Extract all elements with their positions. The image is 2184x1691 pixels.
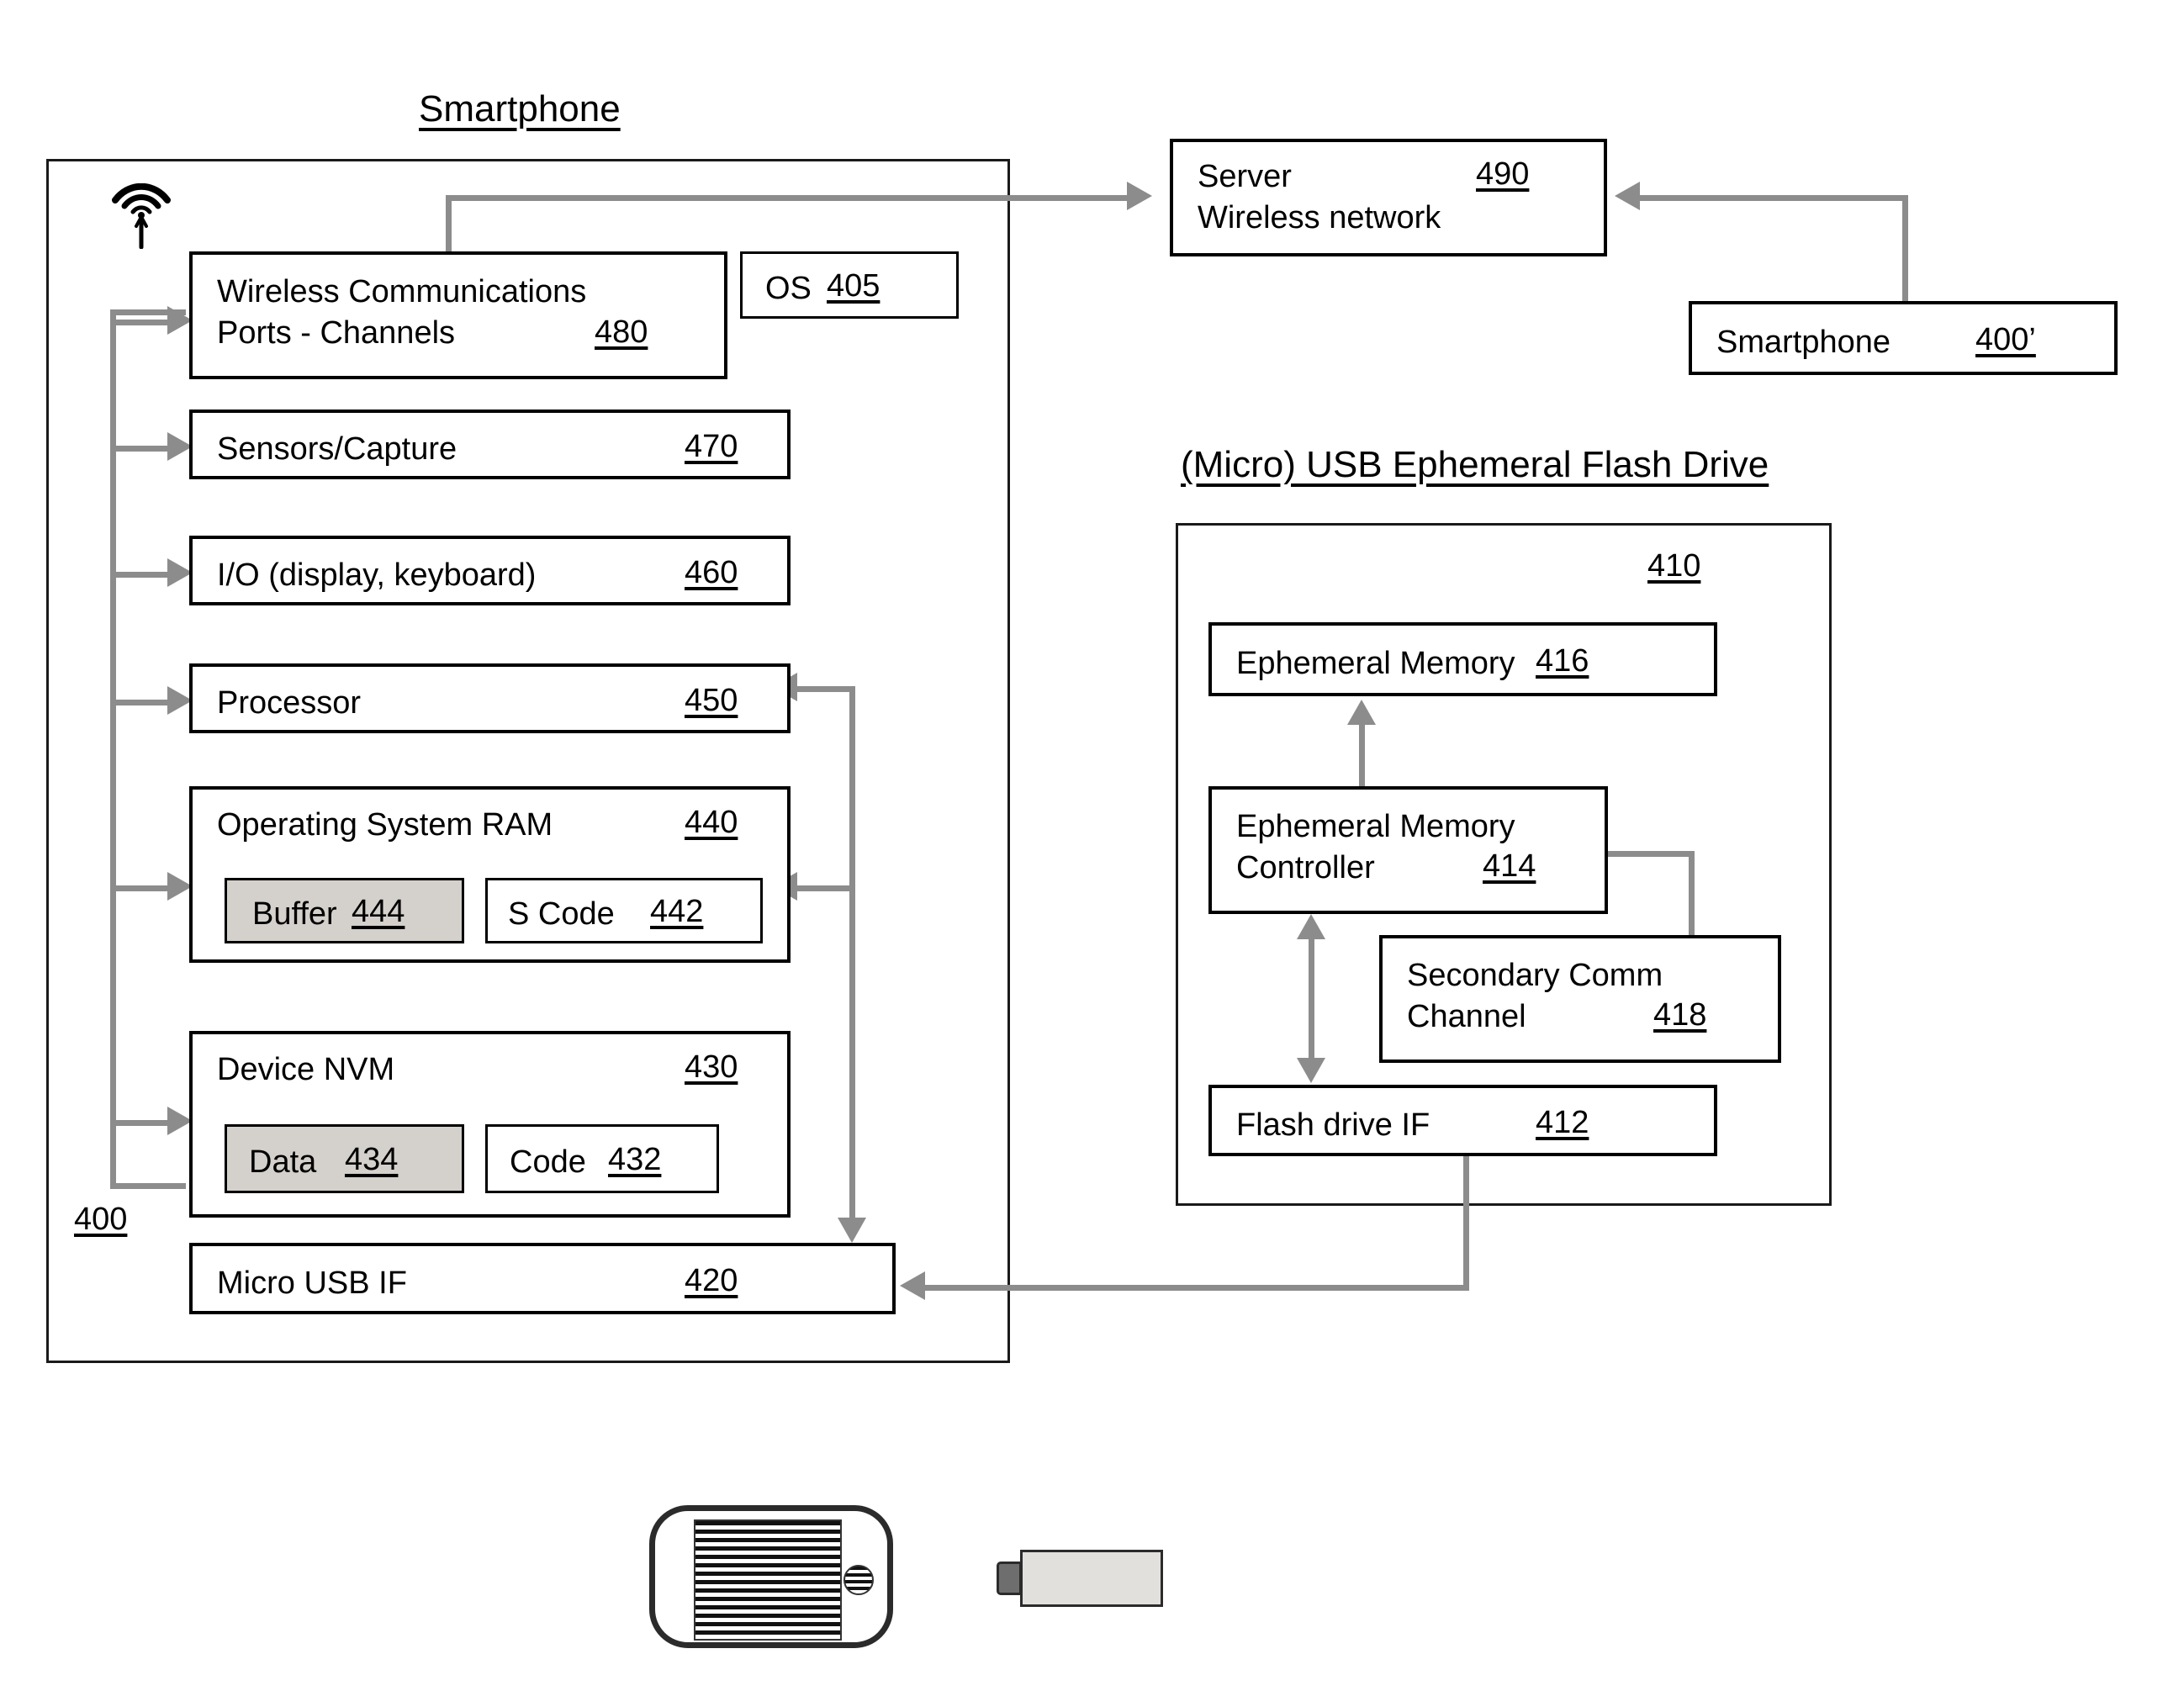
smartphone2-to-server-arrow <box>1615 182 1640 210</box>
controller-flashif-link <box>1309 933 1314 1068</box>
block-operating-system-ram[interactable]: Operating System RAM 440 Buffer 444 S Co… <box>189 786 791 963</box>
smartphone2-to-server-vertical <box>1902 195 1908 303</box>
micro-usb-bus-arrow <box>838 1218 866 1243</box>
processor-bus-branch <box>797 686 855 692</box>
smartphone-illustration-screen <box>694 1519 842 1641</box>
block-data-label: Data <box>249 1144 317 1180</box>
block-secondary-comm-channel-label: Secondary Comm Channel <box>1407 958 1663 1035</box>
block-processor-label: Processor <box>217 685 362 721</box>
os-ram-bus-branch <box>797 885 855 891</box>
block-data-ref: 434 <box>345 1142 399 1177</box>
block-buffer-ref: 444 <box>352 894 405 929</box>
block-device-nvm-ref: 430 <box>685 1049 738 1085</box>
figure-canvas: Smartphone (Micro) USB Ephemeral Flash D… <box>0 0 2184 1691</box>
block-buffer-label: Buffer <box>252 896 337 932</box>
block-code-label: Code <box>510 1144 586 1180</box>
block-ephemeral-memory-label: Ephemeral Memory <box>1236 646 1515 681</box>
block-micro-usb-if-label: Micro USB IF <box>217 1266 407 1301</box>
block-code[interactable]: Code 432 <box>485 1124 719 1193</box>
controller-flashif-arrow-down <box>1297 1058 1325 1083</box>
block-flash-drive-if[interactable]: Flash drive IF 412 <box>1208 1085 1717 1156</box>
block-s-code[interactable]: S Code 442 <box>485 878 763 943</box>
micro-usb-if-arrow-left <box>900 1271 925 1300</box>
wireless-to-server-arrow-right <box>1127 182 1152 210</box>
block-sensors-capture-label: Sensors/Capture <box>217 431 457 467</box>
block-sensors-capture-ref: 470 <box>685 429 738 464</box>
block-io-ref: 460 <box>685 555 738 590</box>
block-smartphone-prime-ref: 400’ <box>1975 322 2036 357</box>
smartphone-section-title: Smartphone <box>419 88 621 129</box>
wireless-signal-icon <box>99 182 183 250</box>
block-wireless-communications-label: Wireless Communications Ports - Channels <box>217 274 587 351</box>
flash-if-to-usb-vertical <box>1463 1152 1469 1291</box>
smartphone-illustration-home-button <box>843 1565 874 1595</box>
processor-usb-bus-vertical <box>849 686 855 1224</box>
smartphone2-to-server-horizontal <box>1640 195 1908 201</box>
wireless-to-server-horizontal <box>446 195 1134 201</box>
block-os-label: OS <box>765 271 812 306</box>
flash-drive-section-title: (Micro) USB Ephemeral Flash Drive <box>1181 444 1769 485</box>
block-operating-system-ram-ref: 440 <box>685 805 738 840</box>
block-processor[interactable]: Processor 450 <box>189 663 791 733</box>
block-device-nvm-label: Device NVM <box>217 1052 395 1087</box>
block-ephemeral-memory-ref: 416 <box>1536 643 1589 679</box>
block-s-code-label: S Code <box>508 896 615 932</box>
block-code-ref: 432 <box>608 1142 662 1177</box>
smartphone-illustration <box>649 1505 893 1648</box>
block-micro-usb-if[interactable]: Micro USB IF 420 <box>189 1243 896 1314</box>
block-flash-drive-if-label: Flash drive IF <box>1236 1107 1430 1143</box>
block-smartphone-prime[interactable]: Smartphone 400’ <box>1689 301 2118 375</box>
block-io[interactable]: I/O (display, keyboard) 460 <box>189 536 791 605</box>
block-server[interactable]: Server Wireless network 490 <box>1170 139 1607 256</box>
flash-drive-reference-number: 410 <box>1647 548 1701 584</box>
usb-flash-drive-illustration-body <box>1020 1550 1163 1607</box>
block-secondary-comm-channel[interactable]: Secondary Comm Channel 418 <box>1379 935 1781 1063</box>
block-wireless-communications[interactable]: Wireless Communications Ports - Channels… <box>189 251 727 379</box>
block-ephemeral-memory-controller-ref: 414 <box>1483 848 1536 884</box>
internal-bus-vertical <box>110 309 116 1189</box>
memory-controller-arrow-up <box>1347 700 1376 725</box>
block-os-ref: 405 <box>827 268 880 304</box>
block-micro-usb-if-ref: 420 <box>685 1263 738 1298</box>
block-device-nvm[interactable]: Device NVM 430 Data 434 Code 432 <box>189 1031 791 1218</box>
block-flash-drive-if-ref: 412 <box>1536 1105 1589 1140</box>
block-server-ref: 490 <box>1476 156 1530 192</box>
block-wireless-communications-ref: 480 <box>595 314 648 350</box>
usb-flash-drive-illustration-plug <box>997 1562 1022 1595</box>
block-server-label: Server Wireless network <box>1198 159 1441 236</box>
internal-bus-stub-bottom <box>110 1183 186 1189</box>
block-s-code-ref: 442 <box>650 894 704 929</box>
block-operating-system-ram-label: Operating System RAM <box>217 807 553 843</box>
block-smartphone-prime-label: Smartphone <box>1716 325 1891 360</box>
block-sensors-capture[interactable]: Sensors/Capture 470 <box>189 410 791 479</box>
block-ephemeral-memory-controller[interactable]: Ephemeral Memory Controller 414 <box>1208 786 1608 914</box>
block-os[interactable]: OS 405 <box>740 251 959 319</box>
block-ephemeral-memory[interactable]: Ephemeral Memory 416 <box>1208 622 1717 696</box>
block-io-label: I/O (display, keyboard) <box>217 558 537 593</box>
block-processor-ref: 450 <box>685 683 738 718</box>
controller-flashif-arrow-up <box>1297 914 1325 939</box>
flash-if-to-usb-horizontal <box>925 1285 1467 1291</box>
block-data[interactable]: Data 434 <box>225 1124 464 1193</box>
block-ephemeral-memory-controller-label: Ephemeral Memory Controller <box>1236 809 1515 886</box>
block-secondary-comm-channel-ref: 418 <box>1653 997 1707 1033</box>
block-buffer[interactable]: Buffer 444 <box>225 878 464 943</box>
